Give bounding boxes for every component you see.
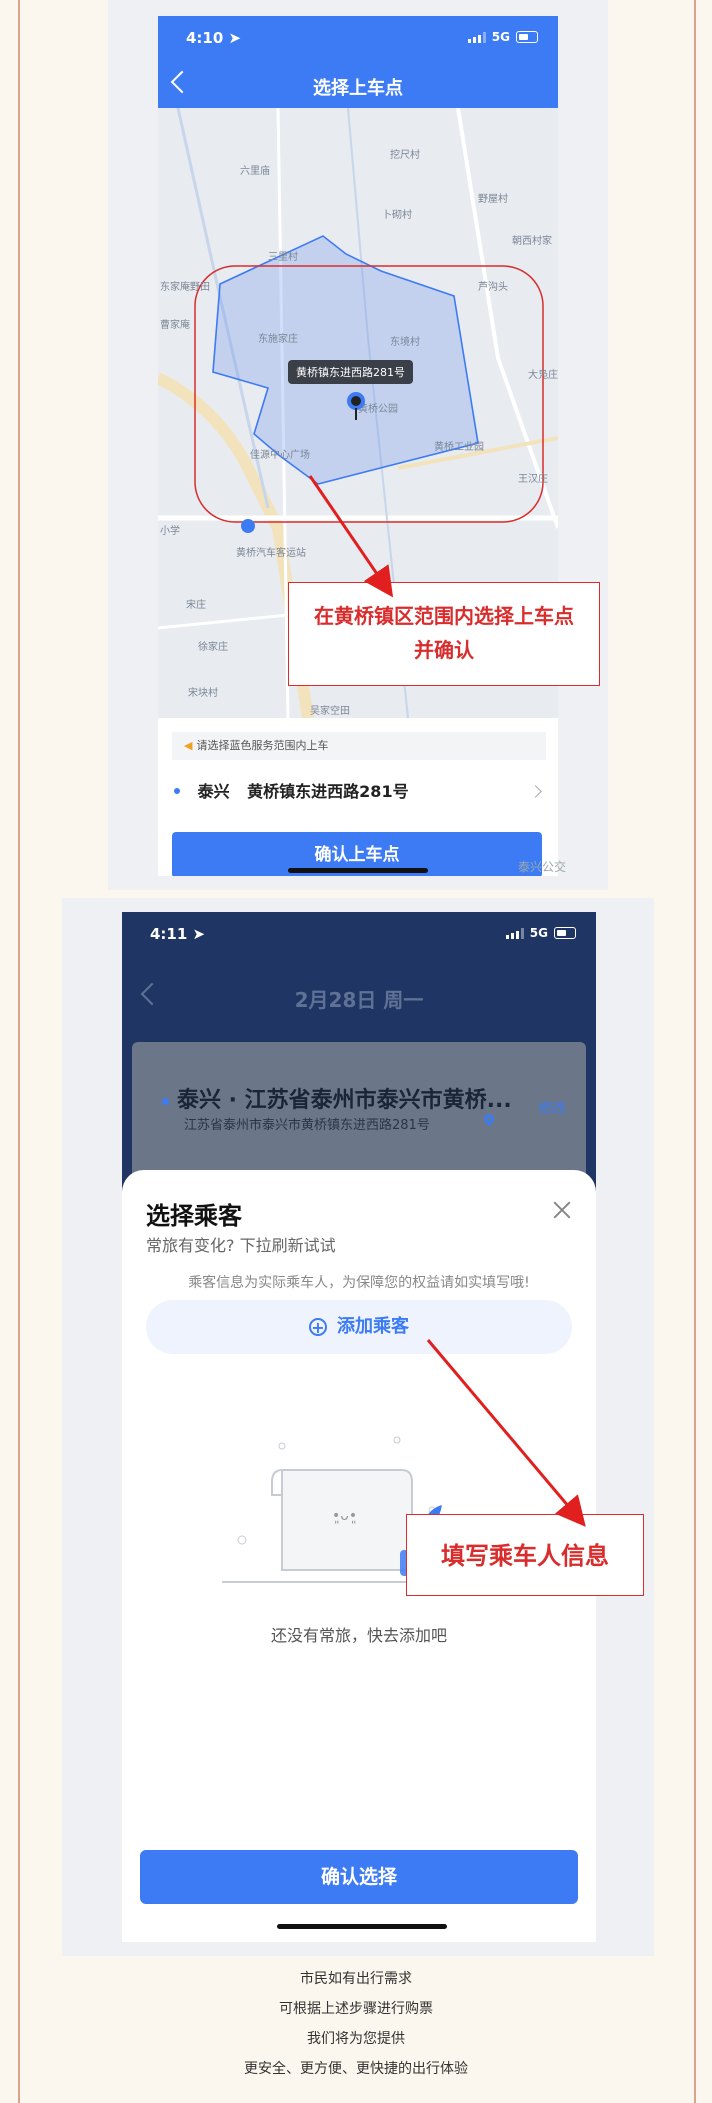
arrow-to-passenger-annotation <box>426 1339 586 1527</box>
footer-line: 可根据上述步骤进行购票 <box>279 2001 433 2017</box>
footer-line: 市民如有出行需求 <box>300 1971 412 1987</box>
footer-line: 更安全、更方便、更快捷的出行体验 <box>244 2061 468 2077</box>
annotation-arrows <box>308 475 586 1527</box>
footer-line: 我们将为您提供 <box>307 2031 405 2047</box>
footer-text: 市民如有出行需求 可根据上述步骤进行购票 我们将为您提供 更安全、更方便、更快捷… <box>0 1964 712 2084</box>
arrow-to-pickup-annotation <box>308 475 394 598</box>
